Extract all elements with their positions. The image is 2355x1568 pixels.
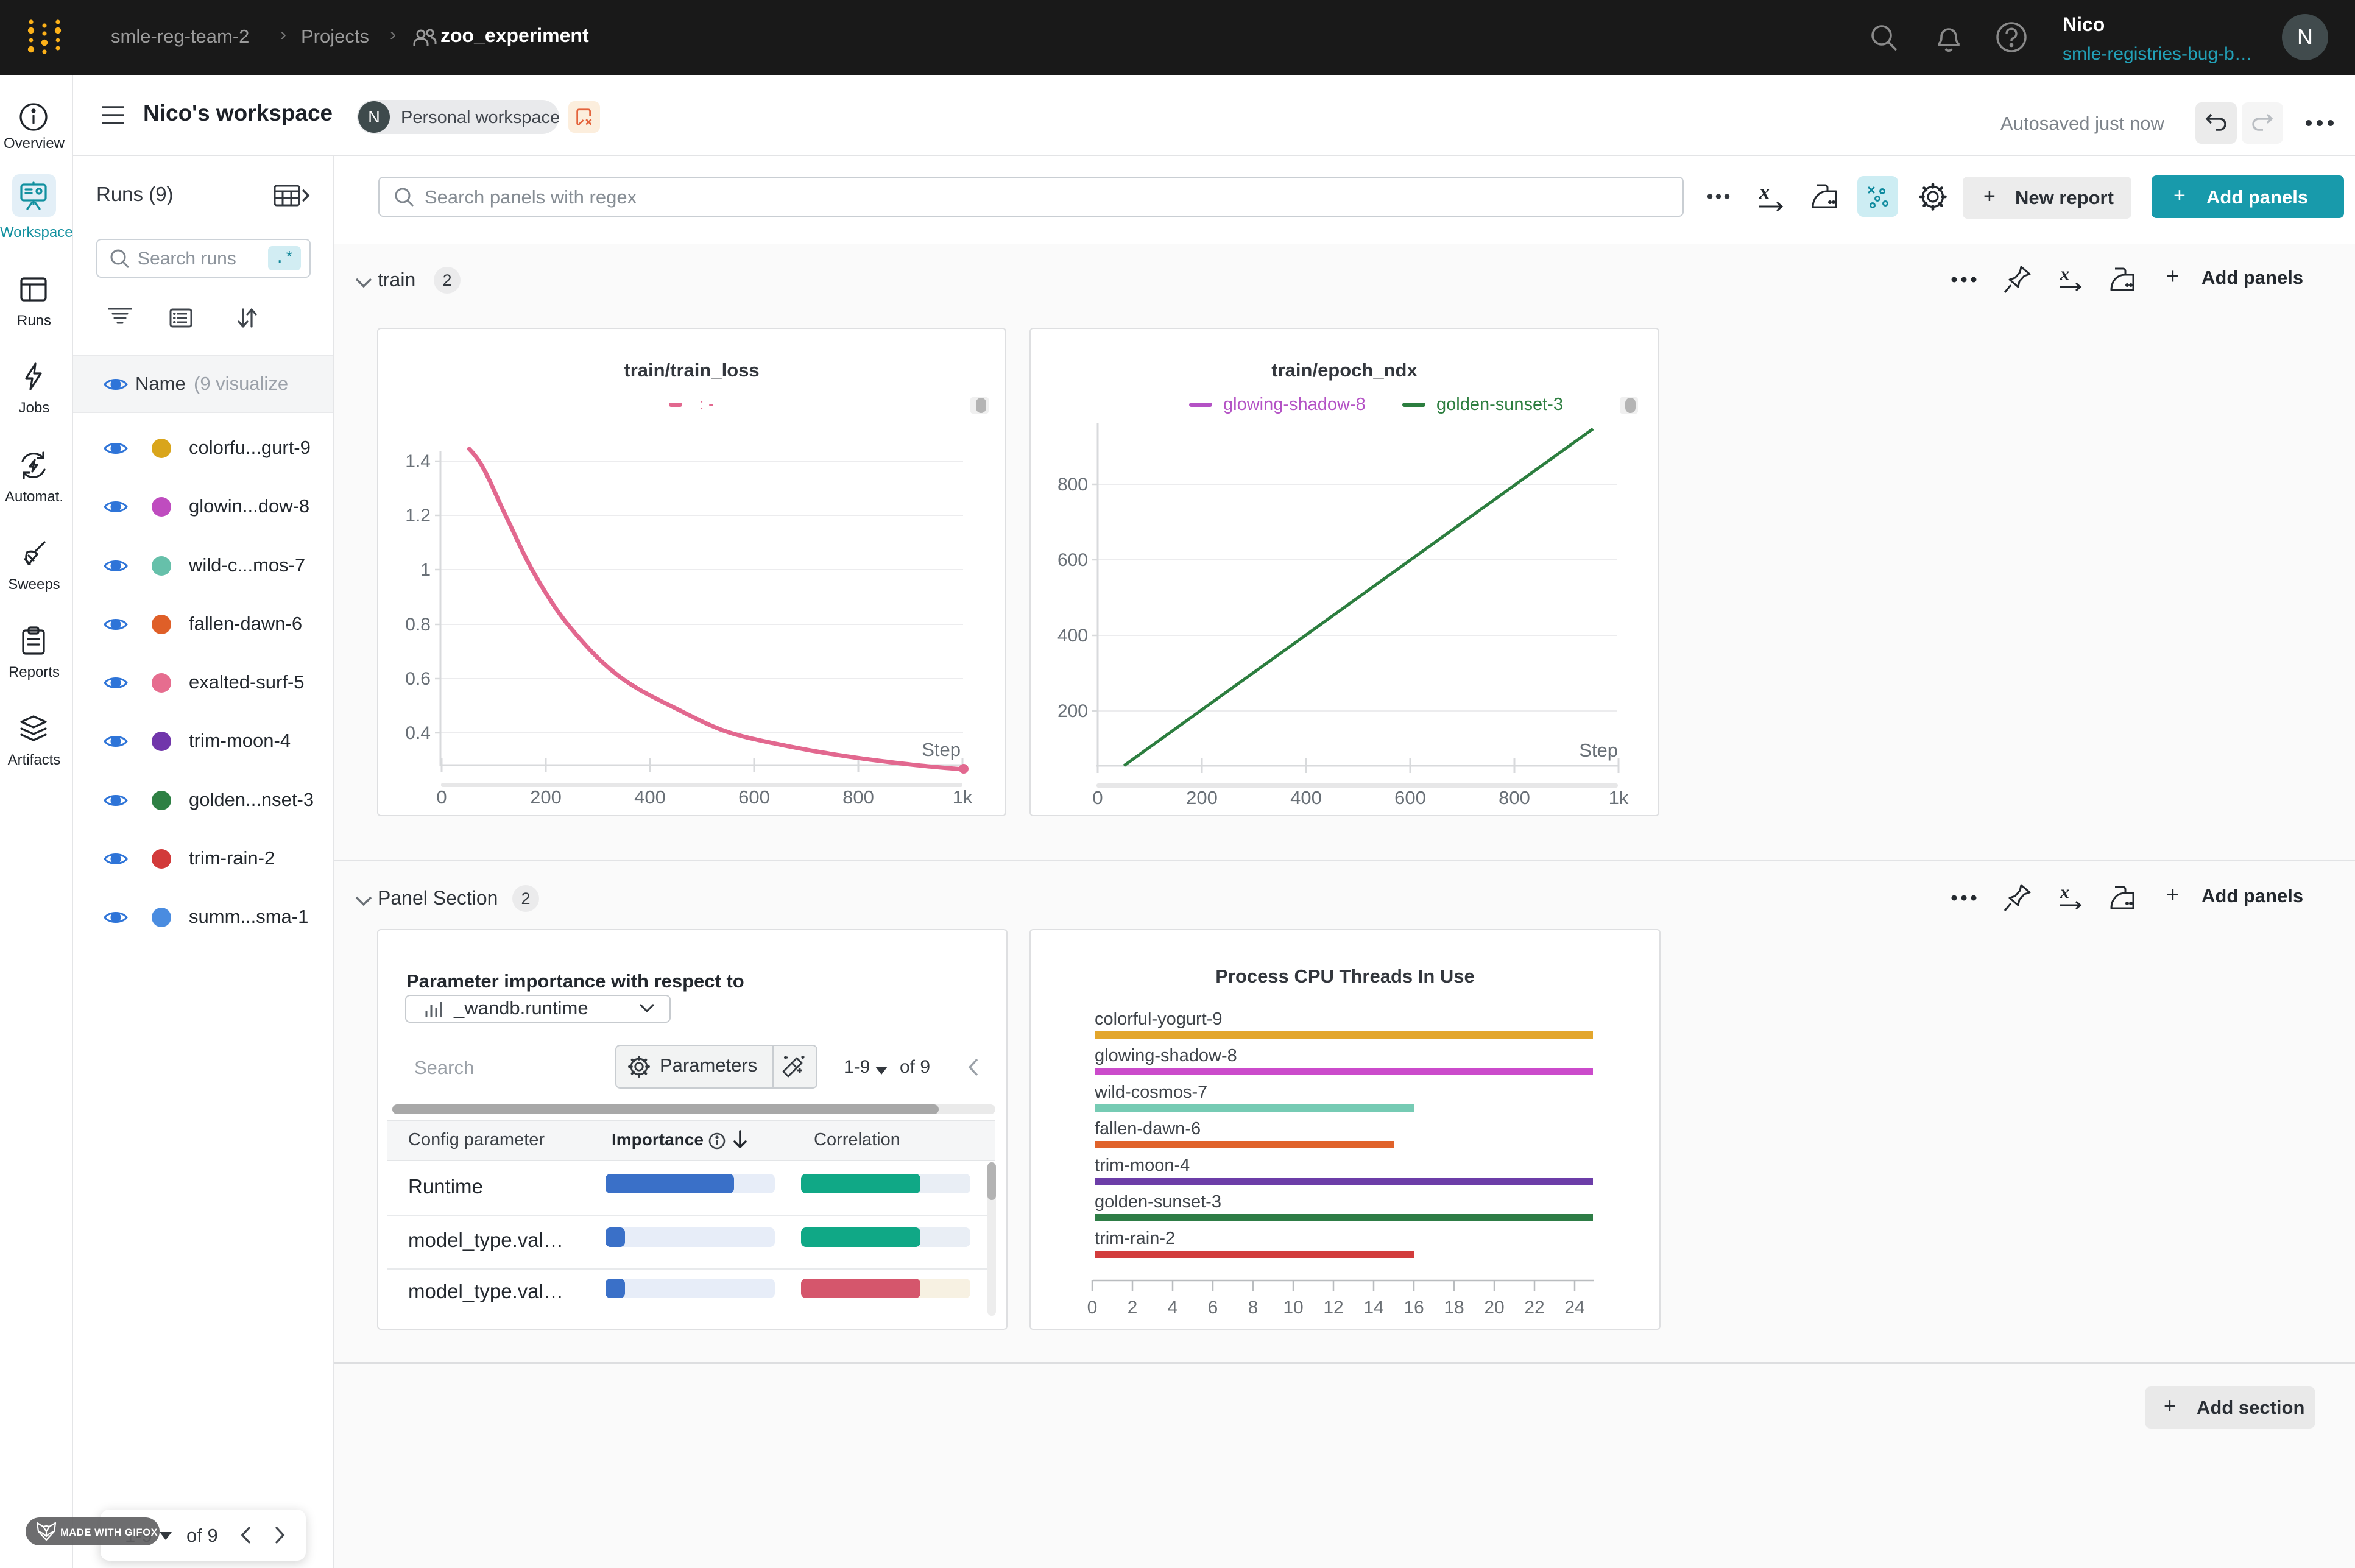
svg-text:10: 10	[1283, 1298, 1303, 1318]
svg-text:1.2: 1.2	[405, 506, 431, 526]
svg-text:800: 800	[1057, 475, 1088, 495]
svg-text:12: 12	[1323, 1298, 1343, 1318]
svg-text:200: 200	[530, 786, 562, 808]
svg-text:800: 800	[1499, 787, 1530, 808]
svg-text:14: 14	[1363, 1298, 1383, 1318]
svg-text:2: 2	[1128, 1298, 1138, 1318]
svg-text:Step: Step	[922, 739, 961, 760]
svg-text:400: 400	[1057, 626, 1088, 646]
svg-text:1k: 1k	[1609, 787, 1629, 808]
svg-text:0.4: 0.4	[405, 723, 431, 743]
svg-text:1.4: 1.4	[405, 451, 431, 471]
svg-text:0: 0	[436, 786, 447, 808]
svg-text:18: 18	[1444, 1298, 1464, 1318]
svg-text:16: 16	[1403, 1298, 1424, 1318]
svg-text:200: 200	[1186, 787, 1218, 808]
svg-text:1: 1	[420, 560, 431, 580]
svg-text:1k: 1k	[953, 786, 973, 808]
svg-text:600: 600	[738, 786, 770, 808]
svg-text:0.8: 0.8	[405, 615, 431, 635]
svg-text:0: 0	[1087, 1298, 1098, 1318]
svg-text:800: 800	[842, 786, 874, 808]
svg-text:400: 400	[634, 786, 666, 808]
svg-text:600: 600	[1394, 787, 1426, 808]
svg-text:22: 22	[1524, 1298, 1544, 1318]
svg-text:0: 0	[1092, 787, 1103, 808]
svg-text:24: 24	[1564, 1298, 1584, 1318]
svg-text:200: 200	[1057, 701, 1088, 721]
svg-text:400: 400	[1290, 787, 1322, 808]
svg-text:0.6: 0.6	[405, 669, 431, 689]
svg-text:Step: Step	[1579, 740, 1618, 761]
svg-text:8: 8	[1248, 1298, 1259, 1318]
svg-text:6: 6	[1208, 1298, 1218, 1318]
svg-text:20: 20	[1484, 1298, 1504, 1318]
svg-text:600: 600	[1057, 550, 1088, 570]
svg-text:4: 4	[1168, 1298, 1178, 1318]
